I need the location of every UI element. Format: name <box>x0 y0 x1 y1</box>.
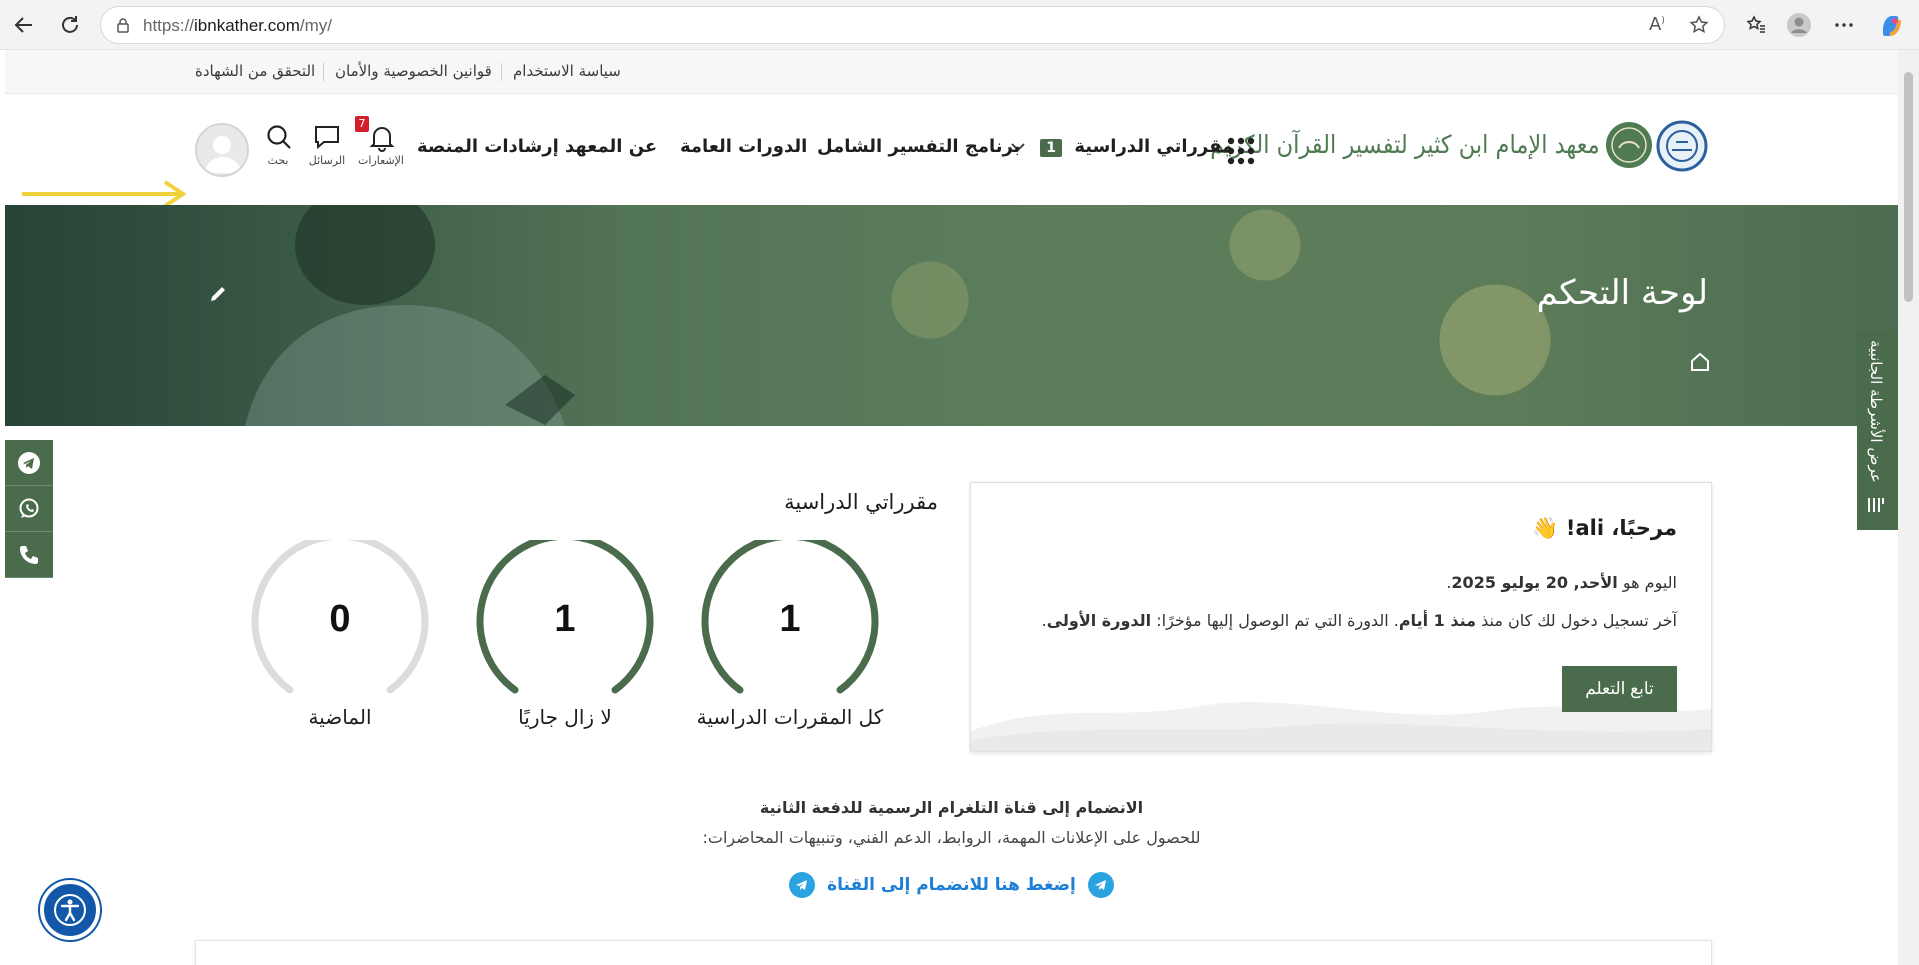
bell-icon <box>369 127 395 152</box>
accessibility-icon <box>54 894 86 926</box>
refresh-icon[interactable] <box>54 9 86 41</box>
favorite-star-icon[interactable] <box>1689 15 1709 35</box>
telegram-heading: الانضمام إلى قناة التلغرام الرسمية للدفع… <box>759 798 1144 817</box>
utility-bar: سياسة الاستخدام قوانين الخصوصية والأمان … <box>5 50 1898 94</box>
hero-photo-figure <box>245 205 575 426</box>
accessibility-button[interactable] <box>40 880 100 940</box>
phone-icon <box>20 545 38 564</box>
page-title: لوحة التحكم <box>1536 273 1708 313</box>
search-button[interactable]: بحث <box>258 122 298 172</box>
logo-wordmark: معهد الإمام ابن كثير لتفسير القرآن الكري… <box>1210 130 1600 159</box>
gauge-all-courses[interactable]: 1 كل المقررات الدراسية <box>697 532 883 740</box>
edit-pencil-icon[interactable] <box>207 283 229 305</box>
nav-general-courses[interactable]: الدورات العامة <box>680 136 807 157</box>
user-avatar-icon <box>205 136 241 173</box>
telegram-icon <box>789 872 816 898</box>
back-icon[interactable] <box>8 9 40 41</box>
nav-tafsir-program[interactable]: برنامج التفسير الشامل <box>817 136 1020 157</box>
last-login-line: آخر تسجيل دخول لك كان منذ منذ 1 أيام. ال… <box>1041 611 1677 630</box>
hero-banner: لوحة التحكم <box>5 205 1898 426</box>
site-logo[interactable]: معهد الإمام ابن كثير لتفسير القرآن الكري… <box>1211 116 1710 176</box>
gauge-label: الماضية <box>308 705 372 729</box>
divider <box>323 63 324 81</box>
notifications-label: الإشعارات <box>358 154 404 167</box>
gauge-value: 1 <box>779 598 801 640</box>
telegram-icon <box>18 451 40 474</box>
telegram-join-row: إضغط هنا للانضمام إلى القناة <box>5 872 1898 898</box>
site-header: معهد الإمام ابن كثير لتفسير القرآن الكري… <box>5 94 1898 208</box>
page-scrollbar[interactable] <box>1898 50 1919 965</box>
telegram-button[interactable] <box>5 440 53 486</box>
today-date-line: اليوم هو الأحد, 20 يوليو 2025. <box>1446 573 1677 592</box>
page-content: سياسة الاستخدام قوانين الخصوصية والأمان … <box>5 50 1898 965</box>
gauge-label: كل المقررات الدراسية <box>696 705 884 729</box>
institute-seal-icon <box>1656 120 1708 172</box>
verify-certificate-link[interactable]: التحقق من الشهادة <box>195 62 315 80</box>
home-icon[interactable] <box>1689 351 1711 373</box>
social-links <box>5 440 53 578</box>
divider <box>501 63 502 81</box>
my-courses-heading: مقرراتي الدراسية <box>784 490 938 514</box>
gauge-value: 1 <box>554 598 576 640</box>
whatsapp-button[interactable] <box>5 486 53 532</box>
browser-toolbar: https://ibnkather.com/my/ A) <box>0 0 1919 50</box>
telegram-icon <box>1087 872 1114 898</box>
telegram-subtitle: للحصول على الإعلانات المهمة، الروابط، ال… <box>702 828 1201 847</box>
gauge-label: لا زال جاريًا <box>518 705 612 729</box>
privacy-policy-link[interactable]: قوانين الخصوصية والأمان <box>335 62 492 80</box>
courses-count-badge: 1 <box>1040 139 1063 157</box>
notifications-button[interactable]: 7 الإشعارات <box>355 116 407 172</box>
user-avatar[interactable] <box>195 123 249 177</box>
message-bubble-icon <box>315 126 339 150</box>
search-icon <box>267 125 291 149</box>
scrollbar-thumb[interactable] <box>1904 72 1913 302</box>
gauge-past[interactable]: 0 الماضية <box>250 532 430 740</box>
whatsapp-icon <box>19 498 39 518</box>
content-card <box>195 940 1712 965</box>
logo-emblem-icon <box>1606 122 1652 168</box>
notifications-count-badge: 7 <box>355 116 369 132</box>
messages-button[interactable]: الرسائل <box>305 122 349 172</box>
welcome-card: مرحبًا، ali! 👋 اليوم هو الأحد, 20 يوليو … <box>970 482 1712 752</box>
address-bar[interactable]: https://ibnkather.com/my/ A) <box>100 6 1725 44</box>
terms-of-use-link[interactable]: سياسة الاستخدام <box>513 62 621 80</box>
show-sidebars-label: عرض الأشرطة الجانبية <box>1867 340 1885 483</box>
phone-button[interactable] <box>5 532 53 578</box>
gauge-value: 0 <box>329 598 351 640</box>
continue-learning-button[interactable]: تابع التعلم <box>1562 666 1677 712</box>
gauge-in-progress[interactable]: 1 لا زال جاريًا <box>475 532 655 740</box>
profile-avatar-icon[interactable] <box>1783 9 1815 41</box>
telegram-join-link[interactable]: إضغط هنا للانضمام إلى القناة <box>827 875 1076 895</box>
nav-my-courses[interactable]: مقرراتي الدراسية 1 <box>1010 136 1233 157</box>
nav-platform-guidance[interactable]: إرشادات المنصة <box>417 136 559 157</box>
show-sidebars-tab[interactable]: عرض الأشرطة الجانبية <box>1857 330 1898 530</box>
menu-lines-icon <box>1868 498 1884 512</box>
read-aloud-icon[interactable]: A) <box>1649 14 1665 35</box>
copilot-icon[interactable] <box>1875 9 1907 41</box>
search-label: بحث <box>267 154 289 167</box>
lock-icon <box>117 18 129 33</box>
more-menu-icon[interactable] <box>1828 9 1860 41</box>
favorites-icon[interactable] <box>1740 9 1772 41</box>
messages-label: الرسائل <box>308 154 346 167</box>
nav-my-courses-label: مقرراتي الدراسية <box>1074 136 1234 157</box>
nav-about[interactable]: عن المعهد <box>565 136 657 157</box>
welcome-greeting: مرحبًا، ali! 👋 <box>1532 516 1677 540</box>
url-text: https://ibnkather.com/my/ <box>143 16 332 35</box>
